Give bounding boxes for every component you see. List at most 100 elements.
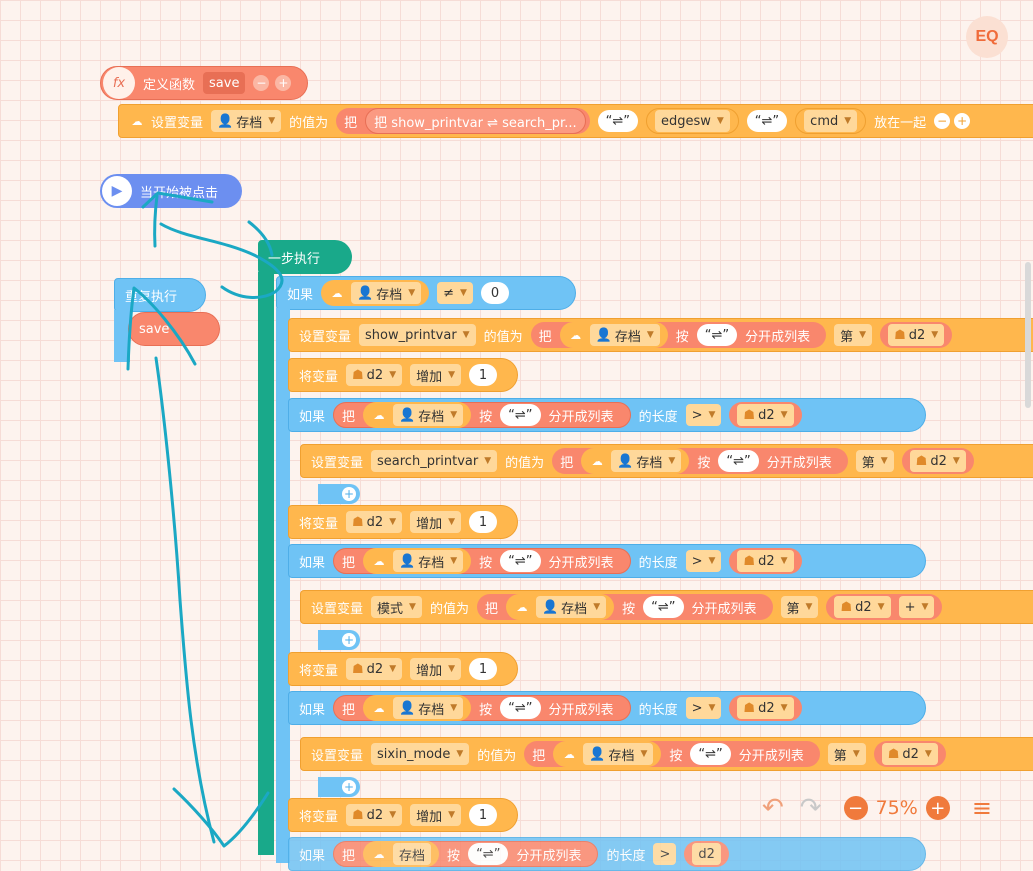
var-dropdown[interactable]: 模式 ▼ xyxy=(371,596,422,618)
var2-dropdown[interactable]: edgesw ▼ xyxy=(654,110,730,132)
set-search-printvar-block[interactable]: 设置变量 search_printvar ▼ 的值为 把 ☁ 👤 存档 ▼ 按 “⇌” … xyxy=(300,444,1033,478)
redo-icon[interactable]: ↷ xyxy=(800,793,822,823)
src-reporter[interactable]: ☁ 👤 存档 ▼ xyxy=(505,594,615,620)
vertical-scrollbar[interactable] xyxy=(1025,262,1031,408)
define-set-variable-block[interactable]: ☁ 设置变量 👤 存档 ▼ 的值为 把 把 show_printvar ⇌ sear… xyxy=(118,104,1033,138)
var-reporter[interactable]: ☗ d2 ▼ xyxy=(729,548,802,574)
align-icon[interactable]: ≡ xyxy=(972,794,992,822)
var-reporter[interactable]: ☗ d2 ▼ xyxy=(729,695,802,721)
op-dropdown[interactable]: 增加 ▼ xyxy=(410,511,462,533)
undo-icon[interactable]: ↶ xyxy=(762,793,784,823)
split-reporter[interactable]: 把 ☁ 👤 存档 ▼ 按 “⇌” 分开成列表 xyxy=(333,695,631,721)
index-var-dropdown[interactable]: ☗ d2 ▼ xyxy=(909,450,966,472)
index-var-dropdown[interactable]: ☗ d2 ▼ xyxy=(834,596,891,618)
src-dropdown[interactable]: 👤 存档 ▼ xyxy=(535,596,607,618)
index-dropdown[interactable]: 第 ▼ xyxy=(855,450,894,472)
split-reporter[interactable]: 把 ☁ 👤 存档 ▼ 按 “⇌” 分开成列表 xyxy=(552,448,848,474)
if-block-3[interactable]: 如果 把 ☁ 👤 存档 ▼ 按 “⇌” 分开成列表 的长度 > ▼ ☗ d2 ▼ xyxy=(288,544,926,578)
var-dropdown[interactable]: search_printvar ▼ xyxy=(371,450,498,472)
split-reporter[interactable]: 把 ☁ 👤 存档 ▼ 按 “⇌” 分开成列表 xyxy=(476,594,773,620)
set-sixin-mode-block[interactable]: 设置变量 sixin_mode ▼ 的值为 把 ☁ 👤 存档 ▼ 按 “⇌” 分开成列表… xyxy=(300,737,1033,771)
increment-value[interactable]: 1 xyxy=(469,364,498,386)
split-reporter[interactable]: 把 ☁ 👤 存档 ▼ 按 “⇌” 分开成列表 xyxy=(333,402,631,428)
operator-dropdown[interactable]: > ▼ xyxy=(685,404,722,426)
src-reporter[interactable]: ☁ 👤 存档 ▼ xyxy=(363,402,472,428)
separator-field-2[interactable]: “⇌” xyxy=(746,110,788,132)
var-dropdown[interactable]: 👤 存档 ▼ xyxy=(211,110,282,132)
index-var-reporter[interactable]: ☗ d2 ▼ + ▼ xyxy=(826,594,943,620)
app-logo-button[interactable]: EQ xyxy=(966,16,1008,58)
src-dropdown[interactable]: 存档 xyxy=(393,843,432,865)
set-show-printvar-block[interactable]: 设置变量 show_printvar ▼ 的值为 把 ☁ 👤 存档 ▼ 按 “⇌” 分开… xyxy=(288,318,1033,352)
join-block[interactable]: 把 把 show_printvar ⇌ search_pr... xyxy=(336,108,590,134)
when-start-clicked-block[interactable]: ▶ 当开始被点击 xyxy=(100,174,242,208)
step-execute-block[interactable]: 一步执行 xyxy=(258,240,352,274)
add-else-button[interactable]: + xyxy=(318,630,360,650)
index-dropdown[interactable]: 第 ▼ xyxy=(780,596,819,618)
src-reporter[interactable]: ☁ 👤 存档 ▼ xyxy=(363,695,472,721)
if-block-5[interactable]: 如果 把 ☁ 存档 按 “⇌” 分开成列表 的长度 > d2 xyxy=(288,837,926,871)
separator-field-1[interactable]: “⇌” xyxy=(597,110,638,132)
split-reporter[interactable]: 把 ☁ 👤 存档 ▼ 按 “⇌” 分开成列表 xyxy=(333,548,631,574)
var3-dropdown[interactable]: cmd ▼ xyxy=(804,110,858,132)
separator-field[interactable]: “⇌” xyxy=(500,404,541,426)
increment-value[interactable]: 1 xyxy=(469,658,498,680)
op-dropdown[interactable]: 增加 ▼ xyxy=(410,658,462,680)
index-var-dropdown[interactable]: ☗ d2 ▼ xyxy=(888,324,945,346)
var-dropdown[interactable]: show_printvar ▼ xyxy=(359,324,476,346)
zoom-in-icon[interactable]: + xyxy=(925,796,950,820)
index-dropdown[interactable]: 第 ▼ xyxy=(834,324,873,346)
split-reporter[interactable]: 把 ☁ 👤 存档 ▼ 按 “⇌” 分开成列表 xyxy=(524,741,820,767)
index-var-reporter[interactable]: ☗ d2 ▼ xyxy=(901,448,974,474)
operator-dropdown[interactable]: > ▼ xyxy=(685,550,722,572)
if-block-2[interactable]: 如果 把 ☁ 👤 存档 ▼ 按 “⇌” 分开成列表 的长度 > ▼ ☗ d2 ▼ xyxy=(288,398,926,432)
src-dropdown[interactable]: 👤 存档 ▼ xyxy=(393,404,464,426)
increment-block-4[interactable]: 将变量 ☗ d2 ▼ 增加 ▼ 1 xyxy=(288,798,518,832)
op-dropdown[interactable]: 增加 ▼ xyxy=(410,364,462,386)
call-save-block[interactable]: save xyxy=(128,312,220,346)
add-param-icon[interactable]: + xyxy=(275,75,292,91)
var2-block[interactable]: edgesw ▼ xyxy=(645,108,739,134)
var-reporter[interactable]: d2 xyxy=(684,841,729,867)
src-dropdown[interactable]: 👤 存档 ▼ xyxy=(393,550,464,572)
operator-dropdown[interactable]: > ▼ xyxy=(685,697,722,719)
remove-item-icon[interactable]: − xyxy=(934,113,951,129)
op-dropdown[interactable]: 增加 ▼ xyxy=(410,804,462,826)
var-dropdown[interactable]: d2 xyxy=(692,843,721,865)
split-reporter[interactable]: 把 ☁ 存档 按 “⇌” 分开成列表 xyxy=(333,841,599,867)
separator-field[interactable]: “⇌” xyxy=(643,596,684,618)
operator-dropdown[interactable]: + ▼ xyxy=(898,596,935,618)
var-dropdown[interactable]: ☗ d2 ▼ xyxy=(346,364,403,386)
split-reporter[interactable]: 把 ☁ 👤 存档 ▼ 按 “⇌” 分开成列表 xyxy=(530,322,827,348)
var-dropdown[interactable]: sixin_mode ▼ xyxy=(371,743,470,765)
operator-dropdown[interactable]: > xyxy=(653,843,677,865)
increment-value[interactable]: 1 xyxy=(469,511,498,533)
if-block-4[interactable]: 如果 把 ☁ 👤 存档 ▼ 按 “⇌” 分开成列表 的长度 > ▼ ☗ d2 ▼ xyxy=(288,691,926,725)
var-reporter[interactable]: ☁ 👤 存档 ▼ xyxy=(321,280,430,306)
var-dropdown[interactable]: ☗ d2 ▼ xyxy=(346,658,403,680)
var-dropdown[interactable]: ☗ d2 ▼ xyxy=(737,697,794,719)
var-dropdown[interactable]: ☗ d2 ▼ xyxy=(737,550,794,572)
repeat-block[interactable]: 重复执行 xyxy=(114,278,206,312)
add-else-button[interactable]: + xyxy=(318,484,360,504)
separator-field[interactable]: “⇌” xyxy=(468,843,509,865)
add-item-icon[interactable]: + xyxy=(954,113,971,129)
var-dropdown[interactable]: ☗ d2 ▼ xyxy=(346,511,403,533)
increment-block-3[interactable]: 将变量 ☗ d2 ▼ 增加 ▼ 1 xyxy=(288,652,518,686)
index-dropdown[interactable]: 第 ▼ xyxy=(827,743,866,765)
var-dropdown[interactable]: ☗ d2 ▼ xyxy=(346,804,403,826)
remove-param-icon[interactable]: − xyxy=(253,75,270,91)
var-dropdown[interactable]: ☗ d2 ▼ xyxy=(737,404,794,426)
src-reporter[interactable]: ☁ 存档 xyxy=(363,841,440,867)
operator-dropdown[interactable]: ≠ ▼ xyxy=(437,282,473,304)
var-dropdown[interactable]: 👤 存档 ▼ xyxy=(351,282,422,304)
src-reporter[interactable]: ☁ 👤 存档 ▼ xyxy=(363,548,472,574)
separator-field[interactable]: “⇌” xyxy=(500,550,541,572)
function-name-field[interactable]: save xyxy=(203,72,246,94)
src-reporter[interactable]: ☁ 👤 存档 ▼ xyxy=(553,741,662,767)
increment-value[interactable]: 1 xyxy=(469,804,498,826)
define-function-block[interactable]: fx 定义函数 save − + xyxy=(100,66,308,100)
src-reporter[interactable]: ☁ 👤 存档 ▼ xyxy=(581,448,690,474)
zoom-out-icon[interactable]: − xyxy=(843,796,868,820)
set-mode-block[interactable]: 设置变量 模式 ▼ 的值为 把 ☁ 👤 存档 ▼ 按 “⇌” 分开成列表 第 ▼ ☗ d2 ▼… xyxy=(300,590,1033,624)
